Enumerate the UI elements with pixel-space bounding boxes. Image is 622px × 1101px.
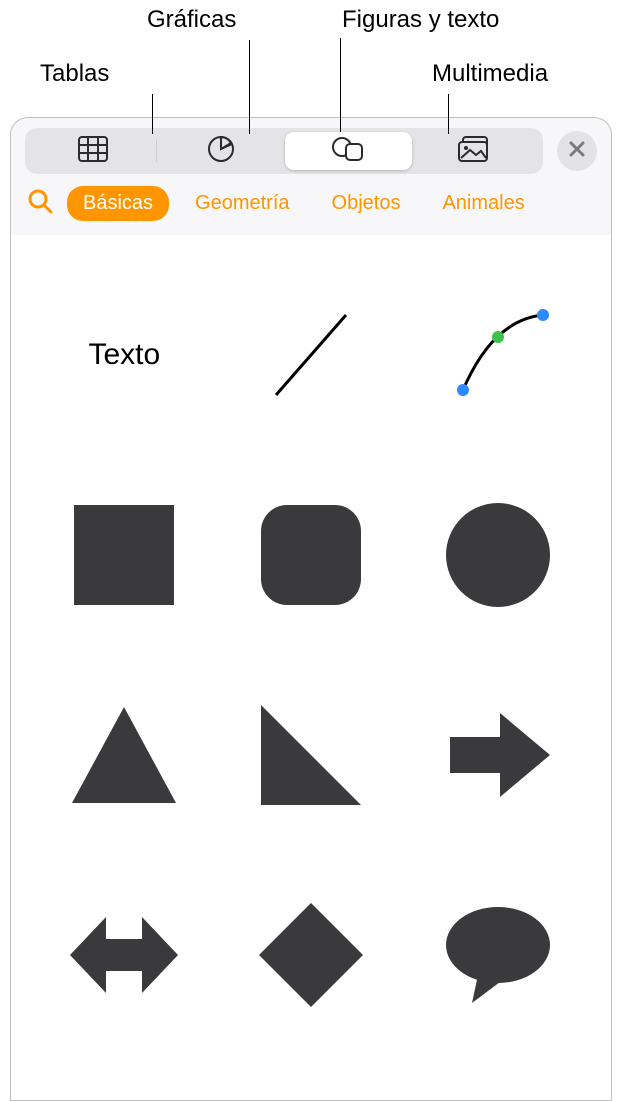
shape-triangle[interactable] <box>31 655 218 855</box>
media-icon <box>458 136 492 167</box>
tab-objetos[interactable]: Objetos <box>316 186 417 221</box>
arrow-right-icon <box>438 695 558 815</box>
callout-graficas: Gráficas <box>147 6 236 34</box>
close-button[interactable] <box>557 131 597 171</box>
callout-line <box>448 94 449 134</box>
callout-line <box>340 38 341 132</box>
tab-basicas[interactable]: Básicas <box>67 186 169 221</box>
square-icon <box>64 495 184 615</box>
shape-circle[interactable] <box>404 455 591 655</box>
shape-speech-bubble[interactable] <box>404 855 591 1055</box>
shape-rounded-square[interactable] <box>218 455 405 655</box>
text-label: Texto <box>88 338 160 372</box>
callout-line <box>249 40 250 134</box>
right-triangle-icon <box>251 695 371 815</box>
search-icon <box>27 188 53 219</box>
shape-curve[interactable] <box>404 255 591 455</box>
pie-chart-icon <box>207 135 235 168</box>
speech-bubble-icon <box>438 895 558 1015</box>
category-tabs: Básicas Geometría Objetos Animales <box>11 180 611 235</box>
insert-toolbar <box>11 118 611 180</box>
curve-icon <box>438 295 558 415</box>
tab-animales[interactable]: Animales <box>426 186 540 221</box>
shape-line[interactable] <box>218 255 405 455</box>
shape-arrow-right[interactable] <box>404 655 591 855</box>
tab-geometria[interactable]: Geometría <box>179 186 305 221</box>
diamond-icon <box>251 895 371 1015</box>
shape-right-triangle[interactable] <box>218 655 405 855</box>
insert-panel: Básicas Geometría Objetos Animales Texto <box>10 117 612 1101</box>
close-icon <box>569 141 585 162</box>
table-icon <box>78 136 108 167</box>
shapes-icon <box>331 135 365 168</box>
callout-line <box>152 94 153 134</box>
shape-double-arrow[interactable] <box>31 855 218 1055</box>
shape-square[interactable] <box>31 455 218 655</box>
charts-button[interactable] <box>157 132 284 170</box>
shapes-area: Texto <box>11 235 611 1101</box>
circle-icon <box>438 495 558 615</box>
shape-diamond[interactable] <box>218 855 405 1055</box>
callouts-layer: Tablas Gráficas Figuras y texto Multimed… <box>0 0 622 120</box>
callout-multimedia: Multimedia <box>432 60 548 88</box>
shapes-grid: Texto <box>11 255 611 1055</box>
search-button[interactable] <box>23 187 57 221</box>
callout-figuras-texto: Figuras y texto <box>342 6 499 34</box>
triangle-icon <box>64 695 184 815</box>
shape-text[interactable]: Texto <box>31 255 218 455</box>
double-arrow-icon <box>64 895 184 1015</box>
tables-button[interactable] <box>29 132 156 170</box>
rounded-square-icon <box>251 495 371 615</box>
insert-segmented-control <box>25 128 543 174</box>
media-button[interactable] <box>412 132 539 170</box>
line-icon <box>251 295 371 415</box>
callout-tablas: Tablas <box>40 60 109 88</box>
shapes-text-button[interactable] <box>285 132 412 170</box>
